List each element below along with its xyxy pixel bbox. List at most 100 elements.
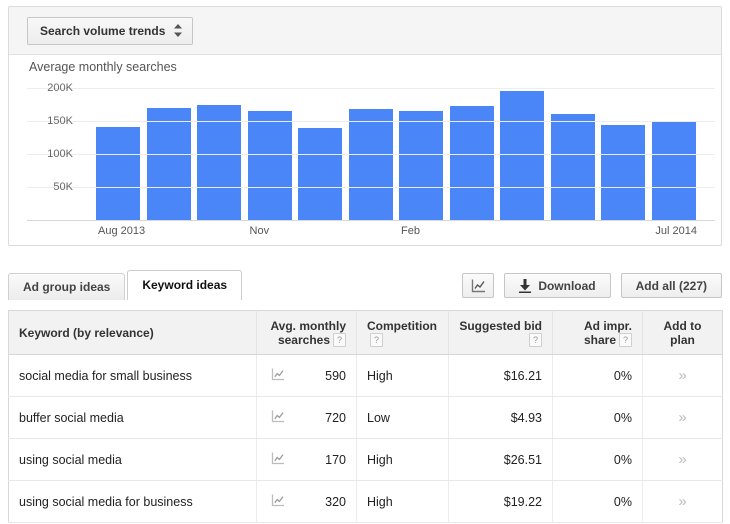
- cell-ad-impr-share: 0%: [552, 396, 643, 439]
- column-header-ad-impr-share[interactable]: Ad impr. share?: [552, 310, 643, 355]
- suggested-bid-value: $16.21: [503, 368, 542, 383]
- keyword-text: using social media: [19, 452, 122, 467]
- column-header-keyword[interactable]: Keyword (by relevance): [8, 310, 257, 355]
- table-row[interactable]: using social media for business 320 High $1…: [8, 480, 723, 523]
- chart-x-tick-label: Nov: [249, 225, 270, 237]
- help-icon[interactable]: ?: [619, 332, 632, 347]
- line-chart-icon[interactable]: [271, 368, 285, 384]
- cell-suggested-bid: $19.22: [448, 480, 553, 523]
- keyword-text: buffer social media: [19, 410, 124, 425]
- download-icon: [519, 278, 532, 293]
- chart-x-tick-label: Aug 2013: [98, 225, 146, 237]
- cell-suggested-bid: $16.21: [448, 354, 553, 397]
- table-actions: Download Add all (227): [462, 273, 722, 298]
- chart-bar[interactable]: [96, 126, 141, 220]
- chart-toolbar: Search volume trends: [9, 7, 721, 55]
- cell-keyword: using social media: [8, 438, 257, 481]
- download-button[interactable]: Download: [504, 273, 611, 298]
- cell-competition: High: [356, 354, 449, 397]
- chart-bar[interactable]: [348, 109, 393, 220]
- chart-y-tick-label: 150K: [47, 115, 73, 127]
- keyword-table-body: social media for small business 590 High $1…: [8, 354, 723, 523]
- chart-bar[interactable]: [550, 114, 595, 220]
- add-all-button[interactable]: Add all (227): [620, 273, 722, 298]
- table-header-row: Keyword (by relevance) Avg. monthly sear…: [8, 310, 723, 355]
- suggested-bid-value: $4.93: [510, 410, 542, 425]
- chart-bar[interactable]: [247, 111, 292, 220]
- table-row[interactable]: buffer social media 720 Low $4.93 0% »: [8, 396, 723, 439]
- column-label: Add to plan: [663, 318, 702, 347]
- line-chart-icon: [471, 279, 486, 293]
- cell-keyword: social media for small business: [8, 354, 257, 397]
- table-row[interactable]: social media for small business 590 High $1…: [8, 354, 723, 397]
- column-header-suggested-bid[interactable]: Suggested bid?: [448, 310, 553, 355]
- chart-gridline: [27, 88, 715, 89]
- metric-select-label: Search volume trends: [40, 23, 166, 38]
- cell-avg-monthly-searches: 720: [256, 396, 357, 439]
- column-header-add-to-plan: Add to plan: [642, 310, 723, 355]
- line-chart-icon[interactable]: [271, 452, 285, 468]
- suggested-bid-value: $26.51: [503, 452, 542, 467]
- help-icon[interactable]: ?: [370, 332, 383, 347]
- chart-bar[interactable]: [399, 111, 444, 220]
- ad-impr-share-value: 0%: [613, 452, 632, 467]
- chart-x-tick-label: Feb: [401, 225, 420, 237]
- ideas-tabs: Ad group ideas Keyword ideas: [8, 270, 244, 300]
- cell-competition: High: [356, 438, 449, 481]
- chart-x-tick-label: Jul 2014: [655, 225, 697, 237]
- keyword-text: social media for small business: [19, 368, 192, 383]
- help-icon[interactable]: ?: [529, 332, 542, 347]
- chart-toggle-button[interactable]: [462, 273, 495, 298]
- cell-avg-monthly-searches: 320: [256, 480, 357, 523]
- tab-ad-group-ideas[interactable]: Ad group ideas: [8, 273, 126, 300]
- cell-add-to-plan[interactable]: »: [642, 480, 723, 523]
- chart-bar[interactable]: [298, 127, 343, 220]
- column-label: Suggested bid: [459, 318, 542, 333]
- chart-plot-area: 200K 150K 100K 50K Aug 2013 Nov Feb Jul 2014: [9, 55, 721, 245]
- chart-bar[interactable]: [601, 124, 646, 220]
- ad-impr-share-value: 0%: [613, 368, 632, 383]
- cell-keyword: using social media for business: [8, 480, 257, 523]
- chart-y-tick-label: 100K: [47, 148, 73, 160]
- suggested-bid-value: $19.22: [503, 494, 542, 509]
- competition-value: High: [367, 494, 393, 509]
- ad-impr-share-value: 0%: [613, 494, 632, 509]
- double-chevron-right-icon[interactable]: »: [678, 493, 686, 510]
- double-chevron-right-icon[interactable]: »: [678, 451, 686, 468]
- cell-add-to-plan[interactable]: »: [642, 354, 723, 397]
- ideas-tabs-row: Ad group ideas Keyword ideas Download Ad…: [8, 270, 722, 300]
- competition-value: High: [367, 368, 393, 383]
- chart-body: Average monthly searches 200K 150K 100K 50K…: [9, 55, 721, 245]
- avg-monthly-searches-value: 590: [325, 368, 346, 383]
- tab-keyword-ideas[interactable]: Keyword ideas: [127, 270, 243, 300]
- cell-avg-monthly-searches: 590: [256, 354, 357, 397]
- column-header-avg-monthly-searches[interactable]: Avg. monthly searches?: [256, 310, 357, 355]
- avg-monthly-searches-value: 320: [325, 494, 346, 509]
- cell-keyword: buffer social media: [8, 396, 257, 439]
- chart-bar[interactable]: [449, 106, 494, 220]
- chart-gridline: [27, 154, 715, 155]
- download-button-label: Download: [538, 278, 596, 293]
- competition-value: Low: [367, 410, 390, 425]
- cell-competition: High: [356, 480, 449, 523]
- line-chart-icon[interactable]: [271, 410, 285, 426]
- cell-add-to-plan[interactable]: »: [642, 438, 723, 481]
- column-header-competition[interactable]: Competition?: [356, 310, 449, 355]
- chart-bar[interactable]: [500, 90, 545, 220]
- metric-select-dropdown[interactable]: Search volume trends: [27, 16, 194, 45]
- chart-bar[interactable]: [146, 107, 191, 220]
- cell-ad-impr-share: 0%: [552, 354, 643, 397]
- updown-arrows-icon: [174, 24, 183, 37]
- double-chevron-right-icon[interactable]: »: [678, 409, 686, 426]
- cell-suggested-bid: $26.51: [448, 438, 553, 481]
- chart-gridline: [27, 187, 715, 188]
- line-chart-icon[interactable]: [271, 494, 285, 510]
- avg-monthly-searches-value: 170: [325, 452, 346, 467]
- cell-add-to-plan[interactable]: »: [642, 396, 723, 439]
- help-icon[interactable]: ?: [333, 332, 346, 347]
- table-row[interactable]: using social media 170 High $26.51 0% »: [8, 438, 723, 481]
- chart-bar[interactable]: [651, 122, 696, 220]
- double-chevron-right-icon[interactable]: »: [678, 367, 686, 384]
- chart-y-tick-label: 50K: [53, 181, 73, 193]
- cell-avg-monthly-searches: 170: [256, 438, 357, 481]
